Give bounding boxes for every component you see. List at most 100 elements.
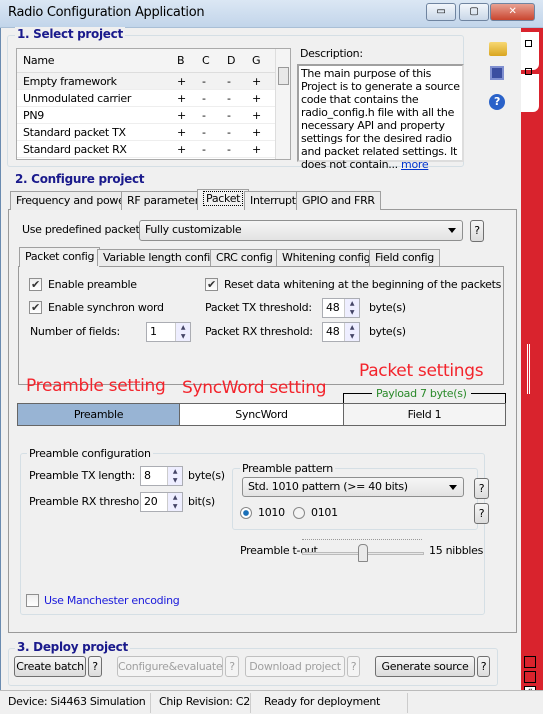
- stepper-arrows[interactable]: ▲ ▼: [344, 299, 359, 317]
- status-state: Ready for deployment: [264, 695, 381, 708]
- download-project-button[interactable]: Download project: [245, 656, 345, 677]
- table-cell: +: [252, 75, 261, 88]
- inner-tab-variable-length[interactable]: Variable length config: [97, 249, 223, 266]
- close-button[interactable]: ✕: [490, 3, 535, 21]
- help-button[interactable]: ?: [474, 478, 489, 499]
- side-tab[interactable]: [521, 32, 539, 70]
- inner-tab-whitening[interactable]: Whitening config: [276, 249, 377, 266]
- help-button[interactable]: ?: [470, 220, 484, 242]
- table-row[interactable]: Empty framework + - - +: [17, 73, 290, 90]
- tx-length-label: Preamble TX length:: [29, 469, 136, 482]
- num-fields-stepper[interactable]: 1 ▲ ▼: [146, 322, 191, 342]
- preamble-pattern-select[interactable]: Std. 1010 pattern (>= 40 bits): [242, 477, 464, 497]
- create-batch-button[interactable]: Create batch: [14, 656, 86, 677]
- help-button[interactable]: ?: [347, 656, 360, 677]
- segment-field-1[interactable]: Field 1: [343, 403, 506, 426]
- column-header[interactable]: G: [252, 54, 261, 67]
- stepper-value: 20: [144, 495, 158, 508]
- table-cell: -: [202, 75, 206, 88]
- table-cell: -: [227, 92, 231, 105]
- inner-tab-packet-config[interactable]: Packet config: [19, 247, 101, 267]
- stepper-arrows[interactable]: ▲ ▼: [167, 467, 182, 485]
- table-row[interactable]: PN9 + - - +: [17, 107, 290, 124]
- enable-preamble-checkbox[interactable]: ✔: [29, 278, 42, 291]
- stepper-arrows[interactable]: ▲ ▼: [344, 323, 359, 341]
- group-title: Preamble pattern: [240, 462, 335, 475]
- section-title: 3. Deploy project: [15, 640, 130, 654]
- help-icon[interactable]: ?: [489, 94, 505, 110]
- generate-source-button[interactable]: Generate source: [375, 656, 475, 677]
- tx-length-stepper[interactable]: 8 ▲ ▼: [140, 466, 183, 486]
- maximize-button[interactable]: ▢: [459, 3, 489, 21]
- tab-packet[interactable]: Packet: [197, 189, 250, 210]
- table-cell: +: [177, 75, 186, 88]
- table-row[interactable]: Standard packet TX + - - +: [17, 124, 290, 141]
- rx-threshold-stepper[interactable]: 20 ▲ ▼: [140, 492, 183, 512]
- table-cell: -: [202, 126, 206, 139]
- table-cell: -: [227, 143, 231, 156]
- tout-slider-thumb[interactable]: [358, 544, 368, 562]
- table-row[interactable]: Unmodulated carrier + - - +: [17, 90, 290, 107]
- minimize-button[interactable]: ▭: [426, 3, 456, 21]
- help-button[interactable]: ?: [474, 503, 489, 524]
- table-cell: +: [252, 109, 261, 122]
- predefined-label: Use predefined packet:: [22, 223, 143, 236]
- section-title: 1. Select project: [15, 27, 125, 41]
- help-button[interactable]: ?: [225, 656, 239, 677]
- group-title: Preamble configuration: [27, 447, 153, 460]
- panel-split-icon[interactable]: [524, 656, 536, 668]
- predefined-packet-select[interactable]: Fully customizable: [139, 220, 463, 241]
- tab-frequency-and-power[interactable]: Frequency and power: [10, 191, 135, 210]
- side-tab[interactable]: [521, 74, 539, 112]
- rx-threshold-label: Packet RX threshold:: [205, 325, 313, 338]
- radio-0101[interactable]: [293, 507, 305, 519]
- table-row[interactable]: Standard packet RX + - - +: [17, 141, 290, 158]
- description-box: The main purpose of this Project is to g…: [297, 64, 464, 171]
- table-cell: +: [252, 92, 261, 105]
- column-header[interactable]: Name: [23, 54, 55, 67]
- description-text: The main purpose of this Project is to g…: [301, 67, 460, 171]
- column-header[interactable]: B: [177, 54, 185, 67]
- radio-1010[interactable]: [240, 507, 252, 519]
- reset-whitening-checkbox[interactable]: ✔: [205, 278, 218, 291]
- status-device: Device: Si4463 Simulation: [8, 695, 146, 708]
- table-cell: +: [252, 126, 261, 139]
- tx-threshold-stepper[interactable]: 48 ▲ ▼: [322, 298, 360, 318]
- save-icon[interactable]: [490, 66, 504, 80]
- tab-gpio-and-frr[interactable]: GPIO and FRR: [296, 191, 381, 210]
- panel-minus-icon[interactable]: [524, 671, 536, 683]
- project-table: Name B C D G Empty framework + - - + Unmodula…: [16, 48, 291, 160]
- chevron-down-icon: [448, 228, 456, 233]
- inner-tab-crc[interactable]: CRC config: [210, 249, 279, 266]
- scroll-thumb[interactable]: [278, 67, 289, 85]
- square-icon: [525, 68, 532, 75]
- stepper-arrows[interactable]: ▲ ▼: [175, 323, 190, 341]
- description-label: Description:: [300, 47, 363, 60]
- column-header[interactable]: D: [227, 54, 235, 67]
- rx-threshold-label: Preamble RX threshold:: [29, 495, 152, 508]
- manchester-checkbox[interactable]: [26, 594, 39, 607]
- divider: [250, 693, 251, 713]
- stepper-arrows[interactable]: ▲ ▼: [167, 493, 182, 511]
- more-link[interactable]: more: [401, 158, 429, 171]
- table-cell: -: [202, 109, 206, 122]
- open-folder-icon[interactable]: [489, 42, 507, 56]
- help-button[interactable]: ?: [477, 656, 490, 677]
- table-scrollbar[interactable]: [275, 49, 290, 159]
- segment-preamble[interactable]: Preamble: [17, 403, 180, 426]
- annotation-preamble: Preamble setting: [26, 376, 166, 396]
- radio-label: 0101: [311, 506, 338, 519]
- table-cell: Standard packet TX: [23, 126, 126, 139]
- scrollbar[interactable]: [527, 344, 530, 394]
- table-cell: -: [227, 126, 231, 139]
- table-cell: +: [177, 92, 186, 105]
- divider: [407, 693, 408, 713]
- configure-evaluate-button[interactable]: Configure&evaluate: [117, 656, 223, 677]
- segment-syncword[interactable]: SyncWord: [179, 403, 344, 426]
- enable-sync-checkbox[interactable]: ✔: [29, 301, 42, 314]
- column-header[interactable]: C: [202, 54, 210, 67]
- inner-tab-field-config[interactable]: Field config: [369, 249, 440, 266]
- rx-threshold-stepper[interactable]: 48 ▲ ▼: [322, 322, 360, 342]
- num-fields-label: Number of fields:: [30, 325, 120, 338]
- help-button[interactable]: ?: [88, 656, 102, 677]
